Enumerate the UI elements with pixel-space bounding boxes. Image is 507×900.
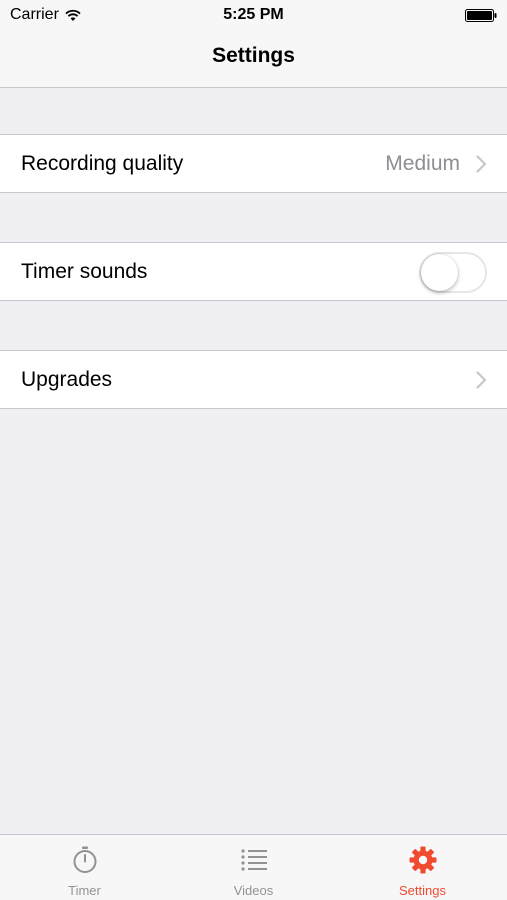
battery-icon xyxy=(465,9,497,22)
status-bar: Carrier 5:25 PM xyxy=(0,0,507,30)
settings-screen: Carrier 5:25 PM Settings Recording quali… xyxy=(0,0,507,900)
tab-settings-label: Settings xyxy=(399,883,446,898)
recording-quality-label: Recording quality xyxy=(21,152,184,175)
tab-timer-label: Timer xyxy=(68,883,101,898)
tab-videos[interactable]: Videos xyxy=(169,835,338,900)
recording-quality-section: Recording quality Medium xyxy=(0,134,507,193)
timer-sounds-toggle[interactable] xyxy=(419,252,487,293)
tab-settings[interactable]: Settings xyxy=(338,835,507,900)
upgrades-label: Upgrades xyxy=(21,368,113,391)
gear-icon xyxy=(409,846,436,874)
status-time: 5:25 PM xyxy=(223,6,284,23)
list-icon xyxy=(240,849,267,871)
upgrades-cell[interactable]: Upgrades xyxy=(0,351,507,408)
recording-quality-value: Medium xyxy=(385,152,460,175)
chevron-right-icon xyxy=(476,155,487,173)
page-title: Settings xyxy=(212,44,295,67)
tab-videos-label: Videos xyxy=(233,883,274,898)
upgrades-section: Upgrades xyxy=(0,350,507,409)
stopwatch-icon xyxy=(73,846,96,873)
timer-sounds-label: Timer sounds xyxy=(21,260,148,283)
chevron-right-icon xyxy=(476,371,487,389)
recording-quality-cell[interactable]: Recording quality Medium xyxy=(0,135,507,192)
toggle-knob xyxy=(421,254,458,291)
tab-timer[interactable]: Timer xyxy=(0,835,169,900)
top-bar: Carrier 5:25 PM Settings xyxy=(0,0,507,88)
tab-bar: Timer Videos Settings xyxy=(0,834,507,900)
timer-sounds-cell: Timer sounds xyxy=(0,243,507,300)
timer-sounds-section: Timer sounds xyxy=(0,242,507,301)
